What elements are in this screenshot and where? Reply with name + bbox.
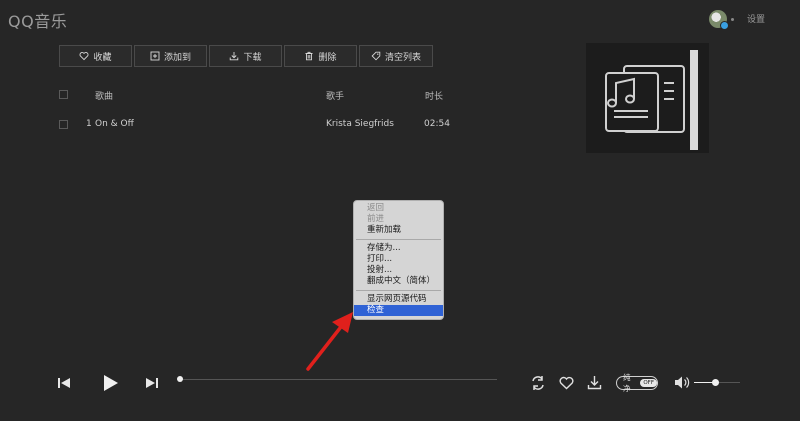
menu-item-back: 返回 <box>367 203 385 213</box>
delete-label: 删除 <box>318 52 337 63</box>
menu-item-print[interactable]: 打印... <box>354 254 443 265</box>
menu-separator <box>356 290 441 291</box>
player-download-icon[interactable] <box>587 375 602 390</box>
menu-item-save-as[interactable]: 存储为... <box>354 243 443 254</box>
play-icon[interactable] <box>101 374 119 392</box>
app-logo: QQ音乐 <box>8 12 68 31</box>
status-dot-icon <box>731 18 734 21</box>
column-header-artist[interactable]: 歌手 <box>326 89 344 102</box>
repeat-icon[interactable] <box>530 375 546 391</box>
progress-track[interactable] <box>180 379 497 380</box>
clear-list-label: 清空列表 <box>384 52 421 63</box>
favorite-label: 收藏 <box>93 52 112 63</box>
delete-button[interactable]: 删除 <box>284 45 357 67</box>
favorite-button[interactable]: 收藏 <box>59 45 132 67</box>
tag-icon <box>371 51 381 61</box>
volume-knob[interactable] <box>712 379 719 386</box>
download-button[interactable]: 下载 <box>209 45 282 67</box>
previous-icon[interactable] <box>57 376 71 390</box>
add-to-button[interactable]: 添加到 <box>134 45 207 67</box>
menu-item-cast[interactable]: 投射... <box>354 265 443 276</box>
add-to-label: 添加到 <box>163 52 191 63</box>
trash-icon <box>305 51 313 61</box>
row-checkbox[interactable] <box>59 120 68 129</box>
progress-knob[interactable] <box>177 376 183 382</box>
select-all-checkbox[interactable] <box>59 90 68 99</box>
cover-spine <box>690 50 698 150</box>
annotation-arrow-icon <box>306 312 353 371</box>
song-list-toolbar: 收藏 添加到 下载 删除 清空列表 <box>59 45 433 67</box>
pure-mode-toggle[interactable]: 纯净 OFF <box>616 373 658 393</box>
song-artist[interactable]: Krista Siegfrids <box>326 119 394 129</box>
download-icon <box>230 52 239 61</box>
clear-list-button[interactable]: 清空列表 <box>359 45 433 67</box>
settings-link[interactable]: 设置 <box>747 12 765 25</box>
pure-mode-label: 纯净 <box>623 373 631 393</box>
vip-badge-icon <box>720 21 729 30</box>
next-icon[interactable] <box>145 376 159 390</box>
download-label: 下载 <box>243 52 262 63</box>
menu-item-translate[interactable]: 翻成中文（简体） <box>354 276 443 287</box>
row-index: 1 <box>86 119 92 129</box>
menu-item-view-source[interactable]: 显示网页源代码 <box>354 294 443 305</box>
menu-separator <box>356 239 441 240</box>
column-header-song[interactable]: 歌曲 <box>95 89 113 102</box>
song-title[interactable]: On & Off <box>95 119 134 129</box>
menu-item-forward: 前进 <box>367 214 385 224</box>
volume-icon[interactable] <box>674 375 690 390</box>
song-duration: 02:54 <box>424 119 450 129</box>
menu-item-reload[interactable]: 重新加载 <box>354 225 443 236</box>
pure-mode-state: OFF <box>640 379 657 387</box>
context-menu: 返回 前进 重新加载 存储为... 打印... 投射... 翻成中文（简体） 显… <box>353 200 444 320</box>
heart-icon <box>80 52 89 61</box>
menu-item-inspect[interactable]: 检查 <box>354 305 443 316</box>
column-header-duration[interactable]: 时长 <box>425 89 443 102</box>
like-heart-icon[interactable] <box>559 376 574 390</box>
plus-square-icon <box>150 51 160 61</box>
